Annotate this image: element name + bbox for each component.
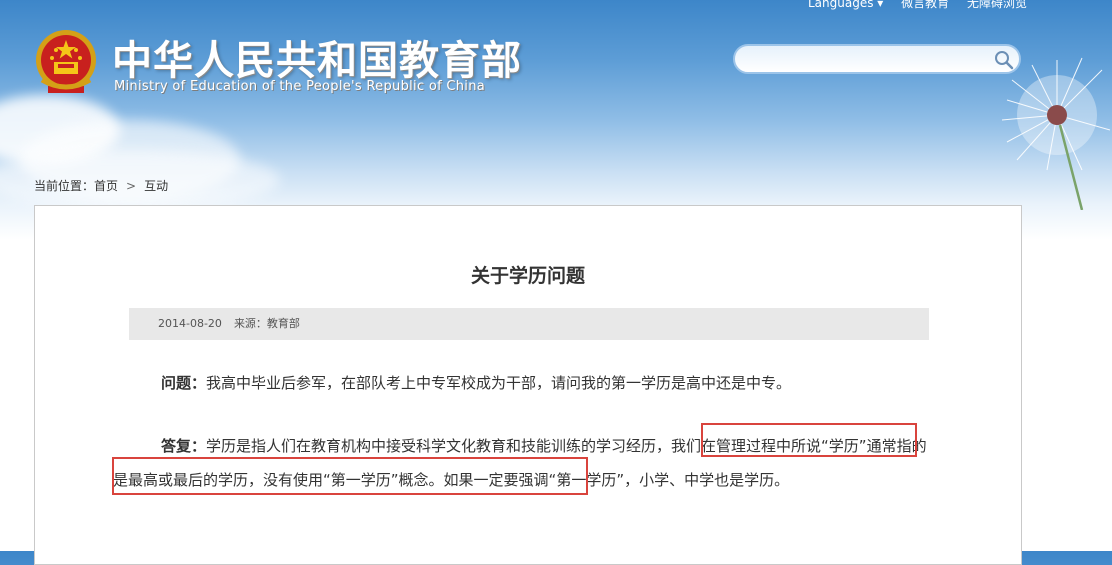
article-title: 关于学历问题 [470,265,585,287]
site-title[interactable]: 中华人民共和国教育部 [112,28,522,86]
site-subtitle: Ministry of Education of the People's Re… [114,79,486,94]
highlight-box [701,423,917,457]
weiyan-link[interactable]: 微言教育 [901,0,949,10]
accessibility-link[interactable]: 无障碍浏览 [967,0,1027,10]
dandelion-decoration-icon [1001,57,1111,210]
breadcrumb: 当前位置：首页 > 互动 [34,177,168,194]
breadcrumb-home-link[interactable]: 首页 [94,179,118,193]
highlight-box [112,457,588,495]
answer-text-part1: 学历是指人们在教育机构中接受科学文化教育和技能训练的学习经历， [206,437,672,455]
article-date: 2014-08-20 [158,317,222,330]
breadcrumb-separator: > [126,179,137,193]
national-emblem-icon [36,30,96,93]
question-text: 我高中毕业后参军，在部队考上中专军校成为干部，请问我的第一学历是高中还是中专。 [206,374,792,392]
breadcrumb-label: 当前位置： [34,179,95,193]
search-input[interactable] [747,46,991,74]
article-source: 来源：教育部 [233,317,300,330]
question-label: 问题： [161,374,207,392]
answer-label: 答复： [161,437,207,455]
question-paragraph: 问题：我高中毕业后参军，在部队考上中专军校成为干部，请问我的第一学历是高中还是中… [129,366,929,400]
breadcrumb-current[interactable]: 互动 [144,179,168,193]
article-panel: 关于学历问题 2014-08-20 来源：教育部 问题：我高中毕业后参军，在部队考… [34,205,1022,565]
languages-link[interactable]: Languages ▾ [808,0,883,10]
top-links: Languages ▾ 微言教育 无障碍浏览 [808,0,1041,11]
article-meta-bar: 2014-08-20 来源：教育部 [129,308,929,340]
